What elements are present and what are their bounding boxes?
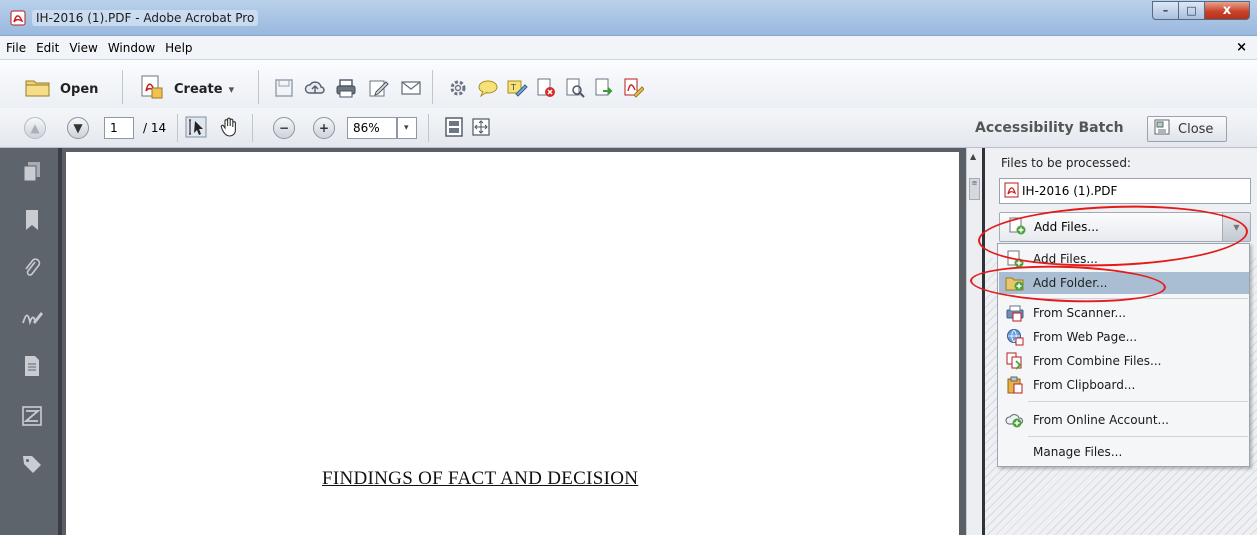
previous-page-button[interactable]: ▲ — [24, 117, 46, 139]
menu-item-from-clipboard[interactable]: From Clipboard... — [999, 374, 1249, 396]
file-list[interactable]: IH-2016 (1).PDF — [999, 178, 1251, 204]
tags-icon[interactable] — [20, 452, 44, 476]
menu-item-from-combine-files[interactable]: From Combine Files... — [999, 350, 1249, 372]
next-page-button[interactable]: ▼ — [67, 117, 89, 139]
close-panel-icon — [1154, 119, 1170, 139]
toolbar-divider — [122, 70, 123, 104]
title-bar: IH-2016 (1).PDF - Adobe Acrobat Pro – □ … — [0, 0, 1257, 36]
pdf-page: FINDINGS OF FACT AND DECISION — [66, 152, 959, 535]
toolbar-divider — [252, 114, 253, 142]
save-icon[interactable] — [273, 77, 295, 99]
document-scrollbar[interactable]: ▲ ≡ — [966, 148, 982, 535]
document-heading: FINDINGS OF FACT AND DECISION — [322, 468, 639, 489]
toolbar-divider — [177, 114, 178, 142]
menu-edit[interactable]: Edit — [36, 41, 59, 55]
content-icon[interactable] — [20, 354, 44, 378]
menu-file[interactable]: File — [6, 41, 26, 55]
menu-bar: File Edit View Window Help × — [0, 36, 1257, 60]
online-account-icon — [1005, 411, 1025, 429]
menu-window[interactable]: Window — [108, 41, 155, 55]
menu-item-label: From Combine Files... — [1033, 354, 1162, 368]
menu-item-label: Manage Files... — [1033, 445, 1123, 459]
toolbar-divider — [258, 70, 259, 104]
close-panel-label: Close — [1178, 121, 1214, 137]
signatures-icon[interactable] — [20, 306, 44, 330]
attachments-icon[interactable] — [20, 256, 44, 280]
cloud-upload-icon[interactable] — [304, 77, 326, 99]
select-tool-icon[interactable] — [185, 116, 207, 138]
pdf-delete-icon[interactable] — [535, 77, 557, 99]
pdf-export-icon[interactable] — [593, 77, 615, 99]
menu-separator — [1028, 436, 1248, 437]
window-title: IH-2016 (1).PDF - Adobe Acrobat Pro — [32, 10, 259, 26]
close-document-button[interactable]: × — [1236, 40, 1247, 55]
close-panel-button[interactable]: Close — [1147, 116, 1227, 142]
menu-item-label: From Clipboard... — [1033, 378, 1136, 392]
clipboard-icon — [1005, 376, 1025, 394]
maximize-button[interactable]: □ — [1178, 1, 1205, 20]
pdf-file-icon — [1004, 182, 1020, 201]
menu-item-from-scanner[interactable]: From Scanner... — [999, 302, 1249, 324]
toolbar-divider — [428, 114, 429, 142]
print-icon[interactable] — [335, 77, 357, 99]
page-total: / 14 — [143, 121, 167, 135]
panel-title: Accessibility Batch — [975, 120, 1124, 136]
menu-item-blank-icon — [1005, 443, 1025, 461]
email-icon[interactable] — [400, 77, 422, 99]
pdf-sign-icon[interactable] — [622, 77, 644, 99]
bookmarks-icon[interactable] — [20, 208, 44, 232]
menu-item-from-web-page[interactable]: From Web Page... — [999, 326, 1249, 348]
toolbar-divider — [432, 70, 433, 104]
navigation-toolbar: ▲ ▼ 1 / 14 − + 86% ▾ Accessibility Batch… — [0, 108, 1257, 148]
comment-icon[interactable] — [477, 77, 499, 99]
acrobat-icon — [10, 10, 26, 26]
scrollbar-thumb[interactable]: ≡ — [969, 178, 980, 200]
zoom-dropdown-button[interactable]: ▾ — [397, 117, 417, 139]
scroll-up-arrow-icon[interactable]: ▲ — [970, 152, 976, 161]
create-pdf-icon — [138, 74, 166, 104]
menu-separator — [1028, 401, 1248, 402]
scanner-icon — [1005, 304, 1025, 322]
menu-view[interactable]: View — [69, 41, 97, 55]
zoom-out-button[interactable]: − — [273, 117, 295, 139]
close-window-button[interactable]: x — [1204, 1, 1250, 20]
create-label: Create — [174, 81, 223, 97]
zoom-in-button[interactable]: + — [313, 117, 335, 139]
minimize-button[interactable]: – — [1152, 1, 1179, 20]
page-thumbnails-icon[interactable] — [20, 160, 44, 184]
create-button[interactable]: Create ▾ — [138, 74, 234, 104]
document-view[interactable]: FINDINGS OF FACT AND DECISION — [62, 148, 966, 535]
zoom-level-input[interactable]: 86% — [347, 117, 397, 139]
open-label: Open — [60, 81, 99, 97]
navigation-pane — [0, 148, 62, 535]
menu-item-label: From Web Page... — [1033, 330, 1138, 344]
svg-text:T: T — [510, 83, 516, 92]
menu-help[interactable]: Help — [165, 41, 192, 55]
web-page-icon — [1005, 328, 1025, 346]
menu-item-label: From Scanner... — [1033, 306, 1126, 320]
create-caret-icon: ▾ — [228, 82, 235, 96]
page-number-input[interactable]: 1 — [104, 117, 134, 139]
fit-page-icon[interactable] — [443, 116, 465, 138]
menu-item-from-online-account[interactable]: From Online Account... — [999, 409, 1249, 431]
combine-files-icon — [1005, 352, 1025, 370]
open-button[interactable]: Open — [24, 76, 98, 102]
files-label: Files to be processed: — [1001, 156, 1131, 170]
pdf-search-icon[interactable] — [564, 77, 586, 99]
menu-item-manage-files[interactable]: Manage Files... — [999, 441, 1249, 463]
folder-open-icon — [24, 76, 52, 102]
file-name: IH-2016 (1).PDF — [1022, 184, 1118, 198]
hand-tool-icon[interactable] — [219, 116, 241, 138]
full-screen-icon[interactable] — [470, 116, 492, 138]
menu-item-label: From Online Account... — [1033, 413, 1169, 427]
highlight-icon[interactable]: T — [506, 77, 528, 99]
edit-icon[interactable] — [368, 77, 390, 99]
order-icon[interactable] — [20, 404, 44, 428]
gear-icon[interactable] — [447, 77, 469, 99]
